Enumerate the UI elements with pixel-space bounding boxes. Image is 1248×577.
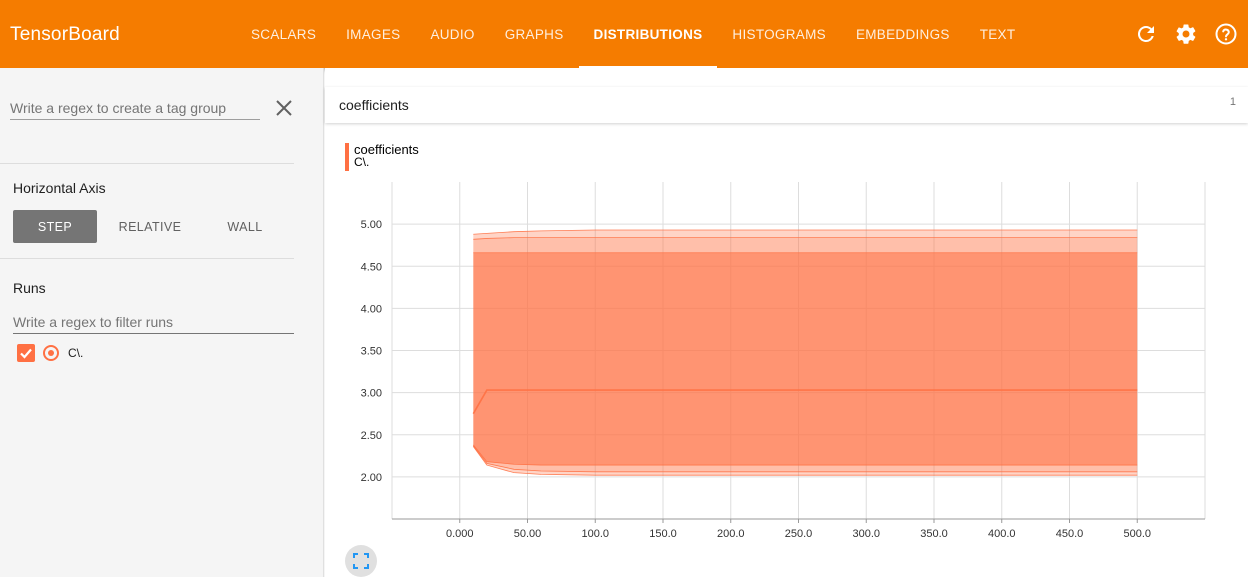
sidebar: Horizontal Axis STEP RELATIVE WALL Runs …	[0, 68, 324, 577]
distribution-band	[473, 390, 1138, 466]
close-icon[interactable]	[274, 98, 294, 118]
run-item: C\.	[17, 344, 83, 362]
refresh-icon[interactable]	[1134, 22, 1158, 46]
y-tick-label: 4.00	[361, 303, 382, 315]
horizontal-axis-title: Horizontal Axis	[13, 180, 106, 196]
tab-distributions[interactable]: DISTRIBUTIONS	[578, 0, 718, 68]
dashboard-tabs: SCALARS IMAGES AUDIO GRAPHS DISTRIBUTION…	[236, 0, 1030, 68]
x-tick-label: 150.0	[649, 528, 677, 538]
y-tick-label: 3.00	[361, 388, 382, 400]
help-icon[interactable]	[1214, 22, 1238, 46]
run-checkbox[interactable]	[17, 344, 35, 362]
y-tick-label: 2.50	[361, 430, 382, 442]
tag-group-regex-input[interactable]	[10, 96, 260, 120]
horizontal-axis-selector: STEP RELATIVE WALL	[13, 210, 298, 243]
x-tick-label: 100.0	[581, 528, 609, 538]
settings-icon[interactable]	[1174, 22, 1198, 46]
top-toolbar: TensorBoard SCALARS IMAGES AUDIO GRAPHS …	[0, 0, 1248, 68]
x-tick-label: 350.0	[920, 528, 948, 538]
run-radio[interactable]	[43, 345, 59, 361]
tab-embeddings[interactable]: EMBEDDINGS	[841, 0, 965, 68]
distribution-band	[473, 237, 1138, 253]
x-tick-label: 400.0	[988, 528, 1016, 538]
app-title: TensorBoard	[10, 24, 120, 45]
expand-chart-button[interactable]	[345, 545, 377, 577]
x-tick-label: 450.0	[1056, 528, 1084, 538]
x-tick-label: 300.0	[852, 528, 880, 538]
axis-relative-button[interactable]: RELATIVE	[108, 210, 192, 243]
main-panel: coefficients 1 coefficients C\. 0.000 50.…	[325, 68, 1248, 577]
axis-step-button[interactable]: STEP	[13, 210, 97, 243]
runs-filter-input[interactable]	[13, 310, 294, 334]
x-tick-label: 0.000	[446, 528, 474, 538]
x-tick-label: 500.0	[1123, 528, 1151, 538]
x-tick-label: 50.00	[514, 528, 542, 538]
divider	[0, 163, 294, 164]
fullscreen-icon	[353, 553, 369, 569]
tab-histograms[interactable]: HISTOGRAMS	[717, 0, 841, 68]
divider	[0, 258, 294, 259]
y-tick-label: 5.00	[361, 219, 382, 231]
tab-scalars[interactable]: SCALARS	[236, 0, 331, 68]
y-tick-label: 3.50	[361, 346, 382, 358]
tab-audio[interactable]: AUDIO	[415, 0, 489, 68]
axis-wall-button[interactable]: WALL	[203, 210, 287, 243]
runs-title: Runs	[13, 280, 46, 296]
toolbar-icons	[1134, 22, 1238, 46]
distribution-chart[interactable]: 0.000 50.00 100.0 150.0 200.0 250.0 300.0 350.0…	[325, 68, 1248, 538]
run-name: C\.	[68, 346, 84, 360]
y-tick-label: 2.00	[361, 472, 382, 484]
tab-text[interactable]: TEXT	[965, 0, 1031, 68]
y-tick-label: 4.50	[361, 261, 382, 273]
tab-graphs[interactable]: GRAPHS	[490, 0, 579, 68]
tab-images[interactable]: IMAGES	[331, 0, 415, 68]
x-tick-label: 250.0	[785, 528, 813, 538]
x-tick-label: 200.0	[717, 528, 745, 538]
check-icon	[20, 348, 32, 359]
